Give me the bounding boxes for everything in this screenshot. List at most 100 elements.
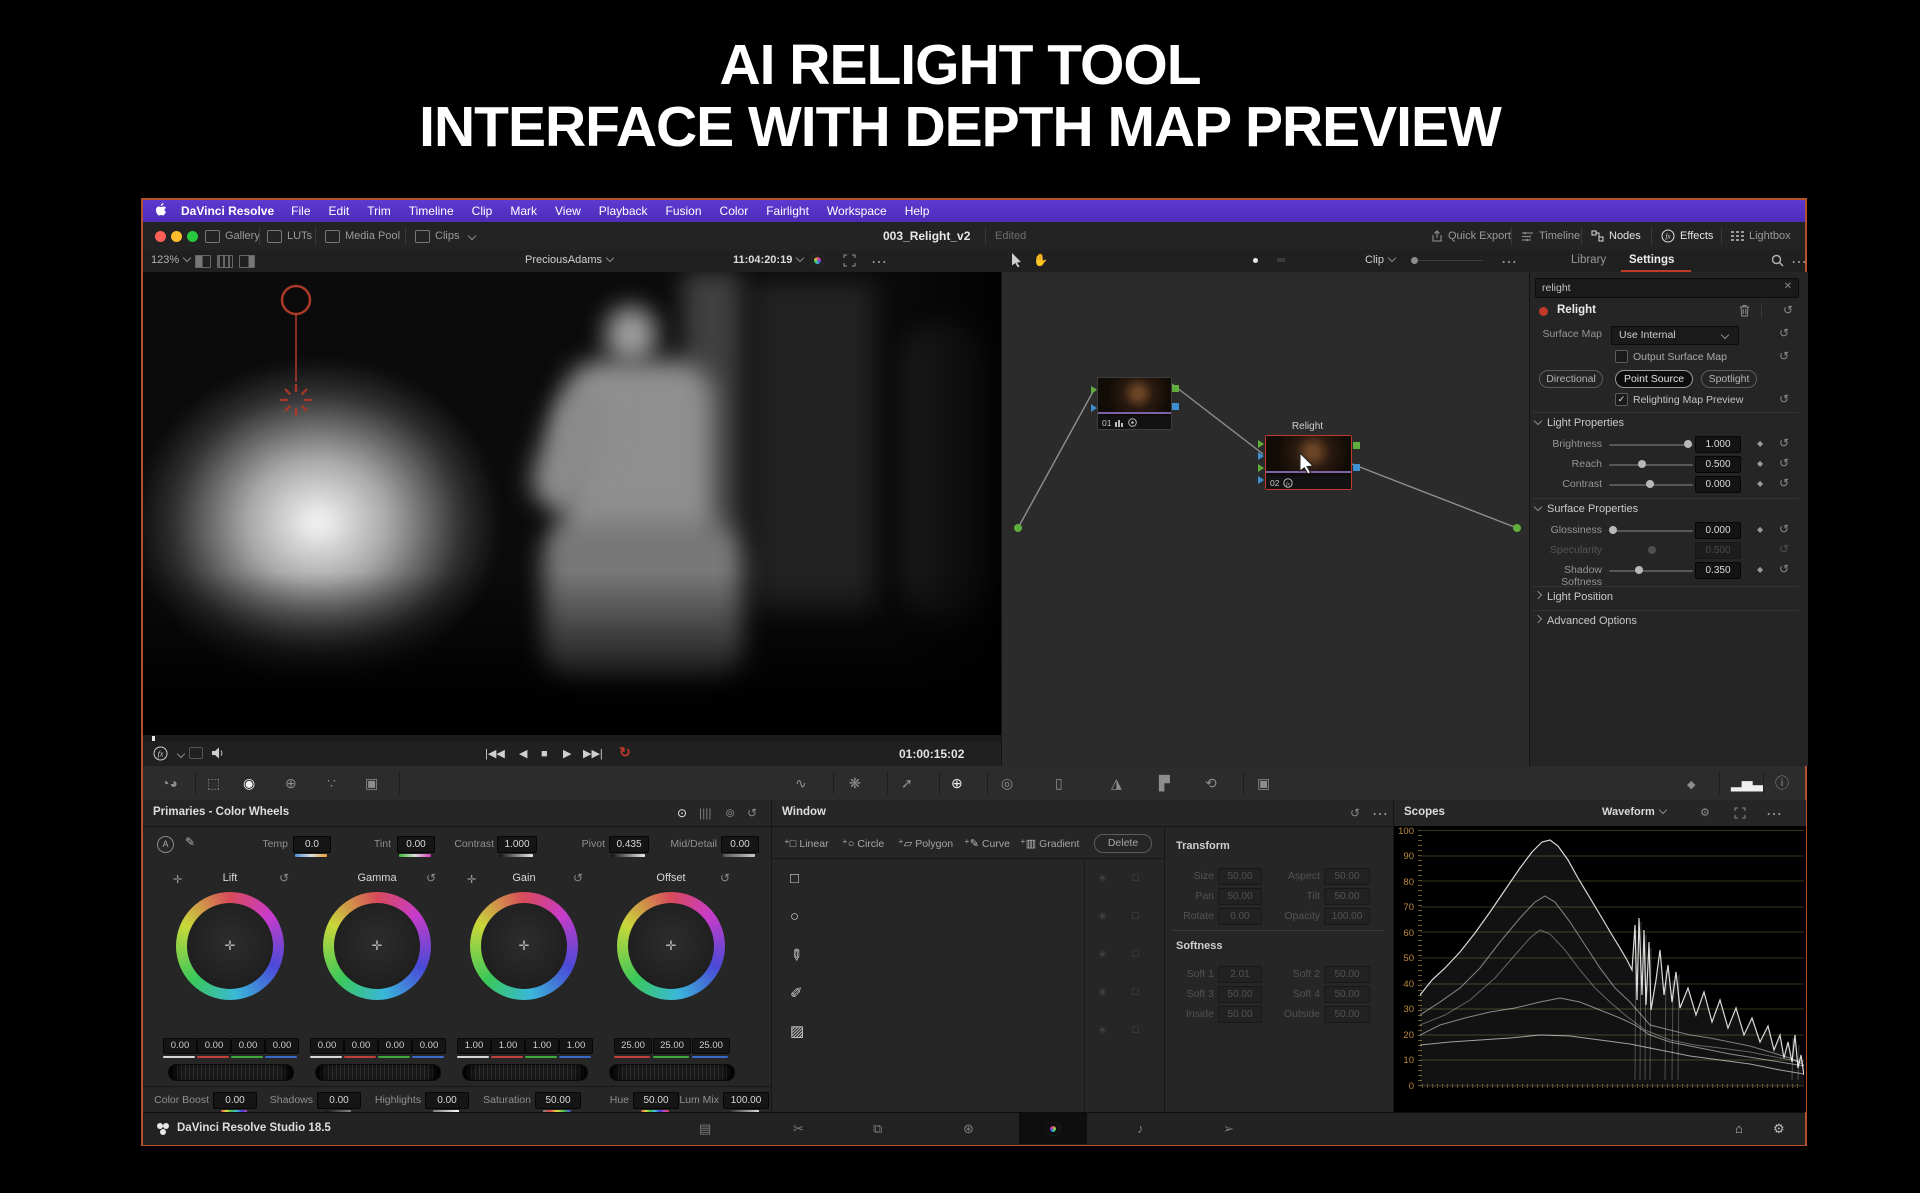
viewer-mode-icon-2[interactable] (217, 255, 233, 268)
shadow-softness-value[interactable]: 0.350 (1695, 562, 1741, 579)
saturation-value[interactable]: 50.00 (535, 1092, 581, 1109)
tab-library[interactable]: Library (1571, 254, 1606, 266)
viewer-options-icon[interactable]: ⋯ (871, 252, 887, 272)
qualifier-icon[interactable]: ◮ (1111, 775, 1122, 791)
goto-end-button[interactable]: ▶▶| (583, 747, 603, 761)
color-wheels-tool-icon[interactable]: ◔◕ (161, 775, 178, 791)
timeline-view-button[interactable]: Timeline (1521, 222, 1580, 250)
window-shape-circle[interactable]: ○ (790, 908, 799, 925)
window-options-icon[interactable]: ⋯ (1372, 804, 1388, 824)
gain-blue-value[interactable]: 1.00 (559, 1038, 593, 1054)
mid-detail-value[interactable]: 0.00 (721, 836, 759, 853)
scope-expand-icon[interactable] (1734, 806, 1746, 824)
fairlight-page-icon[interactable]: ♪ (1137, 1121, 1144, 1137)
brightness-value[interactable]: 1.000 (1695, 436, 1741, 453)
gamma-master-value[interactable]: 0.00 (310, 1038, 344, 1054)
window-shape-linear[interactable]: □ (790, 870, 799, 887)
brightness-slider[interactable] (1684, 440, 1692, 448)
stop-button[interactable]: ■ (541, 747, 548, 761)
shape-row1-mask-icon[interactable]: ✳ (1098, 872, 1107, 885)
window-shape-polygon[interactable]: ✎ (785, 944, 807, 966)
gamma-green-value[interactable]: 0.00 (378, 1038, 412, 1054)
window-shape-curve[interactable]: ✐ (790, 984, 803, 1002)
step-back-button[interactable]: ◀ (519, 747, 527, 761)
nodes-button[interactable]: Nodes (1591, 222, 1641, 250)
luts-button[interactable]: LUTs (267, 222, 312, 250)
playhead[interactable] (152, 736, 155, 741)
stabilizer-tool-icon[interactable]: ▣ (365, 775, 378, 791)
scope-options-icon[interactable]: ⋯ (1766, 804, 1782, 824)
gamma-red-value[interactable]: 0.00 (344, 1038, 378, 1054)
minimize-traffic-light[interactable] (171, 231, 182, 242)
mode-point-source-button[interactable]: Point Source (1615, 370, 1693, 388)
face-refinement-icon[interactable]: ▯ (1055, 775, 1063, 791)
window-outline-icon[interactable]: ▛ (1159, 775, 1170, 791)
viewer-zoom-level[interactable]: 123% (151, 254, 190, 266)
contrast-adj-value[interactable]: 1.000 (497, 836, 537, 853)
circle-window-button[interactable]: ⁺○ Circle (842, 837, 884, 850)
goto-start-button[interactable]: |◀◀ (485, 747, 505, 761)
keyframe-panel-icon[interactable]: ◆ (1687, 777, 1695, 793)
gain-master-wheel[interactable] (462, 1064, 588, 1081)
glossiness-slider[interactable] (1609, 526, 1617, 534)
curves-tool-icon[interactable]: ∿ (795, 775, 807, 791)
offset-green-value[interactable]: 25.00 (653, 1038, 691, 1054)
menu-app-name[interactable]: DaVinci Resolve (181, 204, 274, 218)
menu-fusion[interactable]: Fusion (666, 204, 702, 218)
gamma-reset-icon[interactable]: ↺ (426, 871, 436, 885)
glossiness-value[interactable]: 0.000 (1695, 522, 1741, 539)
light-properties-header[interactable]: Light Properties (1535, 417, 1624, 429)
eyedropper-icon[interactable]: ✎ (185, 835, 195, 849)
shape-row5-mask-icon[interactable]: ✳ (1098, 1024, 1107, 1037)
menu-mark[interactable]: Mark (510, 204, 537, 218)
gamma-blue-value[interactable]: 0.00 (412, 1038, 446, 1054)
menu-fairlight[interactable]: Fairlight (766, 204, 809, 218)
apple-icon[interactable] (155, 203, 167, 220)
glossiness-reset-icon[interactable]: ↺ (1779, 522, 1789, 536)
mute-icon[interactable] (211, 746, 225, 765)
expand-viewer-icon[interactable] (843, 254, 856, 272)
window-reset-icon[interactable]: ↺ (1350, 806, 1360, 820)
scopes-panel-icon[interactable]: ▂▅▃ (1731, 775, 1763, 791)
magic-mask-tool-icon[interactable]: ∵ (327, 775, 336, 791)
shadows-value[interactable]: 0.00 (317, 1092, 361, 1109)
contrast-keyframe-icon[interactable]: ◆ (1757, 479, 1763, 488)
lift-red-value[interactable]: 0.00 (197, 1038, 231, 1054)
reach-value[interactable]: 0.500 (1695, 456, 1741, 473)
gradient-window-button[interactable]: ⁺▥ Gradient (1020, 837, 1079, 850)
menu-help[interactable]: Help (905, 204, 930, 218)
clips-button[interactable]: Clips (415, 222, 475, 250)
viewer-canvas[interactable] (143, 272, 1001, 735)
node-options-icon[interactable]: ⋯ (1501, 252, 1517, 272)
menu-playback[interactable]: Playback (599, 204, 648, 218)
inspector-search-field[interactable]: relight ✕ (1535, 278, 1799, 298)
surface-map-dropdown[interactable]: Use Internal (1611, 326, 1739, 345)
glossiness-keyframe-icon[interactable]: ◆ (1757, 525, 1763, 534)
offset-red-value[interactable]: 25.00 (614, 1038, 652, 1054)
mode-spotlight-button[interactable]: Spotlight (1701, 370, 1757, 388)
bars-mode-icon[interactable]: |||| (699, 806, 711, 820)
gain-green-value[interactable]: 1.00 (525, 1038, 559, 1054)
play-button[interactable]: ▶ (563, 747, 571, 761)
node-mode-dropdown[interactable]: Clip (1365, 254, 1395, 266)
lift-green-value[interactable]: 0.00 (231, 1038, 265, 1054)
color-page-icon[interactable] (1046, 1122, 1060, 1136)
menu-workspace[interactable]: Workspace (827, 204, 887, 218)
surface-properties-header[interactable]: Surface Properties (1535, 503, 1638, 515)
offset-master-wheel[interactable] (609, 1064, 735, 1081)
relight-enable-dot[interactable] (1539, 307, 1548, 316)
media-pool-button[interactable]: Media Pool (325, 222, 400, 250)
contrast-slider[interactable] (1646, 480, 1654, 488)
menu-color[interactable]: Color (720, 204, 749, 218)
clear-search-icon[interactable]: ✕ (1784, 281, 1792, 292)
tracker-window-icon[interactable]: ◎ (1001, 775, 1013, 791)
loop-button[interactable]: ↻ (619, 745, 631, 759)
shape-row3-mask-icon[interactable]: ✳ (1098, 948, 1107, 961)
gain-wheel[interactable]: ✛ (470, 892, 578, 1000)
shape-row4-mask-icon[interactable]: ✳ (1098, 986, 1107, 999)
hand-tool-icon[interactable]: ✋ (1033, 253, 1048, 267)
viewer-timecode[interactable]: 11:04:20:19 (733, 254, 803, 266)
tab-settings[interactable]: Settings (1629, 254, 1674, 266)
power-window-tool-icon[interactable]: ⊕ (951, 775, 963, 791)
shape-row1-invert-icon[interactable]: □ (1132, 872, 1139, 884)
